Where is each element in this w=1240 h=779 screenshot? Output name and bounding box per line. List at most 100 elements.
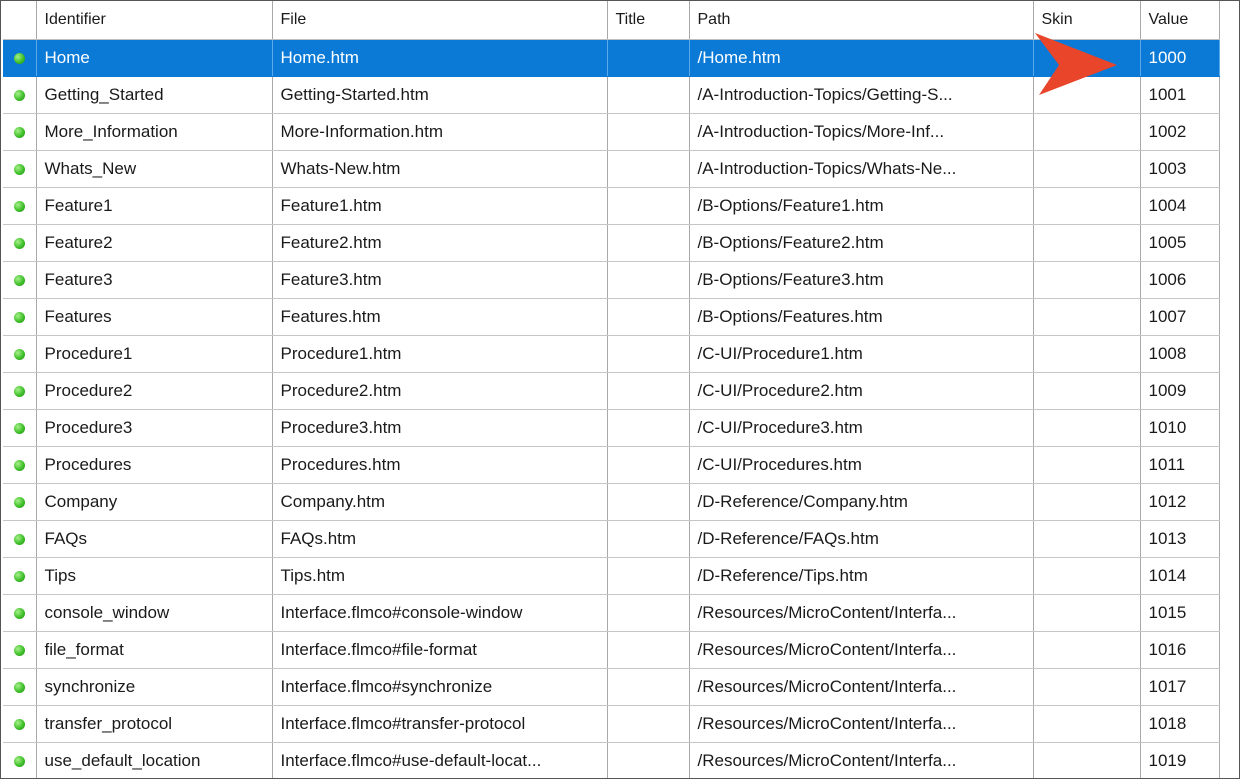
cell-file[interactable]: Company.htm (272, 483, 608, 521)
cell-title[interactable] (607, 76, 690, 114)
cell-skin[interactable] (1033, 742, 1141, 778)
table-row[interactable]: More_Information More-Information.htm/A-I… (3, 113, 1220, 151)
cell-file[interactable]: More-Information.htm (272, 113, 608, 151)
cell-file[interactable]: Procedure2.htm (272, 372, 608, 410)
cell-skin[interactable] (1033, 668, 1141, 706)
cell-title[interactable] (607, 187, 690, 225)
cell-value[interactable]: 1000 (1140, 39, 1220, 77)
cell-title[interactable] (607, 668, 690, 706)
cell-identifier[interactable]: Procedures (36, 446, 273, 484)
cell-path[interactable]: /Resources/MicroContent/Interfa... (689, 668, 1034, 706)
cell-identifier[interactable]: transfer_protocol (36, 705, 273, 743)
table-row[interactable]: Tips Tips.htm/D-Reference/Tips.htm 1014 (3, 557, 1220, 595)
cell-title[interactable] (607, 631, 690, 669)
cell-value[interactable]: 1001 (1140, 76, 1220, 114)
cell-file[interactable]: Procedure1.htm (272, 335, 608, 373)
cell-skin[interactable] (1033, 557, 1141, 595)
cell-skin[interactable] (1033, 594, 1141, 632)
cell-path[interactable]: /A-Introduction-Topics/More-Inf... (689, 113, 1034, 151)
column-header-title[interactable]: Title (607, 1, 690, 40)
cell-identifier[interactable]: FAQs (36, 520, 273, 558)
table-row[interactable]: Features Features.htm/B-Options/Features.… (3, 298, 1220, 336)
cell-title[interactable] (607, 372, 690, 410)
cell-identifier[interactable]: Company (36, 483, 273, 521)
cell-identifier[interactable]: use_default_location (36, 742, 273, 778)
cell-file[interactable]: Tips.htm (272, 557, 608, 595)
cell-path[interactable]: /C-UI/Procedure2.htm (689, 372, 1034, 410)
cell-file[interactable]: Procedure3.htm (272, 409, 608, 447)
table-row[interactable]: Procedure2 Procedure2.htm/C-UI/Procedure2… (3, 372, 1220, 410)
table-row[interactable]: file_format Interface.flmco#file-format/R… (3, 631, 1220, 669)
cell-file[interactable]: Getting-Started.htm (272, 76, 608, 114)
cell-value[interactable]: 1005 (1140, 224, 1220, 262)
table-row[interactable]: Company Company.htm/D-Reference/Company.h… (3, 483, 1220, 521)
cell-title[interactable] (607, 483, 690, 521)
cell-value[interactable]: 1017 (1140, 668, 1220, 706)
cell-identifier[interactable]: Procedure3 (36, 409, 273, 447)
cell-title[interactable] (607, 705, 690, 743)
cell-path[interactable]: /Resources/MicroContent/Interfa... (689, 631, 1034, 669)
column-header-identifier[interactable]: Identifier (36, 1, 273, 40)
cell-path[interactable]: /D-Reference/Company.htm (689, 483, 1034, 521)
table-row[interactable]: Whats_New Whats-New.htm/A-Introduction-To… (3, 150, 1220, 188)
cell-identifier[interactable]: synchronize (36, 668, 273, 706)
cell-file[interactable]: Interface.flmco#transfer-protocol (272, 705, 608, 743)
cell-identifier[interactable]: Getting_Started (36, 76, 273, 114)
cell-identifier[interactable]: Features (36, 298, 273, 336)
cell-value[interactable]: 1010 (1140, 409, 1220, 447)
cell-skin[interactable] (1033, 224, 1141, 262)
table-row[interactable]: use_default_location Interface.flmco#use-… (3, 742, 1220, 778)
cell-title[interactable] (607, 409, 690, 447)
table-row[interactable]: transfer_protocol Interface.flmco#transfe… (3, 705, 1220, 743)
table-row[interactable]: Procedures Procedures.htm/C-UI/Procedures… (3, 446, 1220, 484)
cell-skin[interactable] (1033, 372, 1141, 410)
cell-title[interactable] (607, 520, 690, 558)
cell-title[interactable] (607, 224, 690, 262)
cell-path[interactable]: /Resources/MicroContent/Interfa... (689, 594, 1034, 632)
cell-title[interactable] (607, 150, 690, 188)
cell-path[interactable]: /A-Introduction-Topics/Whats-Ne... (689, 150, 1034, 188)
cell-identifier[interactable]: file_format (36, 631, 273, 669)
cell-title[interactable] (607, 557, 690, 595)
cell-skin[interactable] (1033, 187, 1141, 225)
table-row[interactable]: FAQs FAQs.htm/D-Reference/FAQs.htm 1013 (3, 520, 1220, 558)
cell-identifier[interactable]: Tips (36, 557, 273, 595)
cell-title[interactable] (607, 335, 690, 373)
cell-file[interactable]: Procedures.htm (272, 446, 608, 484)
cell-file[interactable]: Feature2.htm (272, 224, 608, 262)
cell-identifier[interactable]: Feature3 (36, 261, 273, 299)
cell-file[interactable]: Interface.flmco#synchronize (272, 668, 608, 706)
cell-identifier[interactable]: More_Information (36, 113, 273, 151)
cell-value[interactable]: 1007 (1140, 298, 1220, 336)
cell-skin[interactable] (1033, 705, 1141, 743)
table-row[interactable]: Procedure1 Procedure1.htm/C-UI/Procedure1… (3, 335, 1220, 373)
cell-title[interactable] (607, 594, 690, 632)
cell-skin[interactable] (1033, 409, 1141, 447)
cell-file[interactable]: Whats-New.htm (272, 150, 608, 188)
cell-value[interactable]: 1008 (1140, 335, 1220, 373)
cell-skin[interactable] (1033, 150, 1141, 188)
cell-file[interactable]: Interface.flmco#console-window (272, 594, 608, 632)
cell-value[interactable]: 1011 (1140, 446, 1220, 484)
cell-path[interactable]: /Resources/MicroContent/Interfa... (689, 742, 1034, 778)
cell-skin[interactable] (1033, 446, 1141, 484)
column-header-path[interactable]: Path (689, 1, 1034, 40)
cell-title[interactable] (607, 113, 690, 151)
table-row[interactable]: Feature1 Feature1.htm/B-Options/Feature1.… (3, 187, 1220, 225)
cell-title[interactable] (607, 298, 690, 336)
column-header-status[interactable] (3, 1, 37, 40)
table-row[interactable]: synchronize Interface.flmco#synchronize/R… (3, 668, 1220, 706)
cell-path[interactable]: /B-Options/Feature1.htm (689, 187, 1034, 225)
cell-skin[interactable] (1033, 631, 1141, 669)
column-header-value[interactable]: Value (1140, 1, 1220, 40)
column-header-file[interactable]: File (272, 1, 608, 40)
cell-title[interactable] (607, 742, 690, 778)
table-row[interactable]: Feature3 Feature3.htm/B-Options/Feature3.… (3, 261, 1220, 299)
cell-value[interactable]: 1006 (1140, 261, 1220, 299)
cell-title[interactable] (607, 39, 690, 77)
cell-value[interactable]: 1018 (1140, 705, 1220, 743)
cell-value[interactable]: 1004 (1140, 187, 1220, 225)
cell-file[interactable]: Feature1.htm (272, 187, 608, 225)
cell-path[interactable]: /Resources/MicroContent/Interfa... (689, 705, 1034, 743)
cell-value[interactable]: 1015 (1140, 594, 1220, 632)
